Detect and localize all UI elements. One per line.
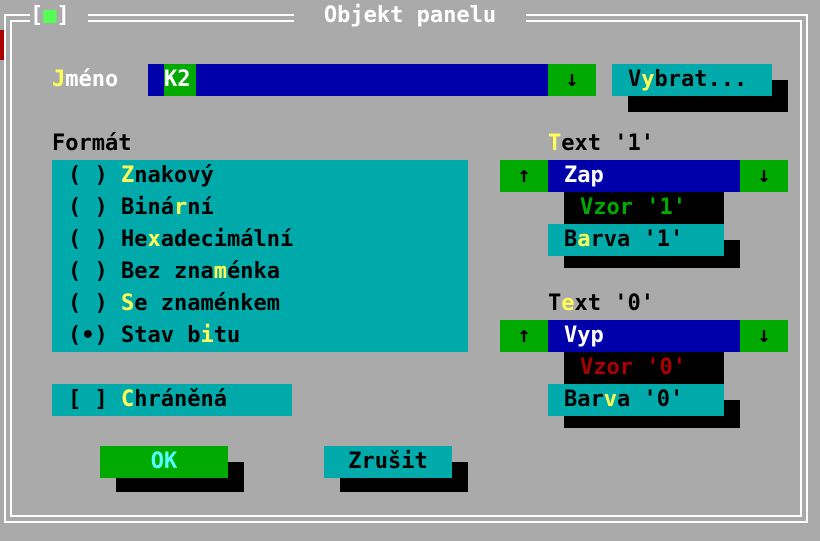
text0-sample: Vzor '0' bbox=[564, 352, 724, 384]
format-option[interactable]: ( ) Se znaménkem bbox=[68, 288, 280, 320]
name-dropdown-button[interactable]: ↓ bbox=[548, 64, 596, 96]
text0-prev-button[interactable]: ↑ bbox=[500, 320, 548, 352]
format-option-text: r bbox=[173, 195, 188, 220]
radio-indicator: ( ) bbox=[68, 227, 108, 252]
format-option-text: e znaménkem bbox=[134, 291, 280, 316]
radio-indicator: (•) bbox=[68, 323, 108, 348]
text0-label: Text '0' bbox=[548, 291, 654, 316]
format-option-text: x bbox=[147, 227, 161, 252]
format-option-text: adecimální bbox=[160, 227, 294, 252]
arrow-up-icon: ↑ bbox=[517, 323, 531, 348]
name-label: Jméno bbox=[52, 67, 119, 92]
close-control[interactable]: [■] bbox=[30, 0, 88, 32]
arrow-up-icon: ↑ bbox=[517, 163, 531, 188]
format-option[interactable]: ( ) Bez znaménka bbox=[68, 256, 280, 288]
cancel-button[interactable]: Zrušit bbox=[324, 446, 452, 478]
radio-indicator: ( ) bbox=[68, 259, 108, 284]
text1-field[interactable]: Zap bbox=[548, 160, 740, 192]
close-icon[interactable]: ■ bbox=[43, 3, 56, 28]
protected-checkbox[interactable]: [ ] Chráněná bbox=[52, 384, 292, 416]
format-option-text: i bbox=[200, 323, 214, 348]
format-option-text: énka bbox=[226, 259, 280, 284]
text0-color-button[interactable]: Barva '0' bbox=[548, 384, 724, 416]
text0-field[interactable]: Vyp bbox=[548, 320, 740, 352]
text1-color-button[interactable]: Barva '1' bbox=[548, 224, 724, 256]
format-option-text: Z bbox=[121, 163, 135, 188]
name-input-value: K2 bbox=[164, 67, 191, 92]
format-option[interactable]: ( ) Znakový bbox=[68, 160, 214, 192]
radio-indicator: ( ) bbox=[68, 195, 108, 220]
dialog-title: Objekt panelu bbox=[294, 0, 526, 32]
format-option[interactable]: ( ) Binární bbox=[68, 192, 214, 224]
name-input[interactable]: K2 bbox=[148, 64, 548, 96]
format-option-text: nakový bbox=[134, 163, 214, 188]
text1-sample: Vzor '1' bbox=[564, 192, 724, 224]
format-title: Formát bbox=[52, 131, 132, 156]
format-option-text: Stav b bbox=[121, 323, 201, 348]
text1-prev-button[interactable]: ↑ bbox=[500, 160, 548, 192]
format-option[interactable]: ( ) Hexadecimální bbox=[68, 224, 293, 256]
format-option-text: Bez zna bbox=[121, 259, 214, 284]
select-button[interactable]: Vybrat... bbox=[612, 64, 772, 96]
radio-indicator: ( ) bbox=[68, 291, 108, 316]
format-option-text: tu bbox=[213, 323, 241, 348]
text0-next-button[interactable]: ↓ bbox=[740, 320, 788, 352]
format-option[interactable]: (•) Stav bitu bbox=[68, 320, 240, 352]
ok-button[interactable]: OK bbox=[100, 446, 228, 478]
format-option-text: Biná bbox=[121, 195, 174, 220]
format-option-text: ní bbox=[187, 195, 214, 220]
arrow-down-icon: ↓ bbox=[565, 67, 579, 92]
text1-label: Text '1' bbox=[548, 131, 654, 156]
format-option-text: S bbox=[121, 291, 135, 316]
format-option-text: m bbox=[213, 259, 227, 284]
text1-next-button[interactable]: ↓ bbox=[740, 160, 788, 192]
arrow-down-icon: ↓ bbox=[757, 323, 771, 348]
arrow-down-icon: ↓ bbox=[757, 163, 771, 188]
format-option-text: He bbox=[121, 227, 148, 252]
radio-indicator: ( ) bbox=[68, 163, 108, 188]
